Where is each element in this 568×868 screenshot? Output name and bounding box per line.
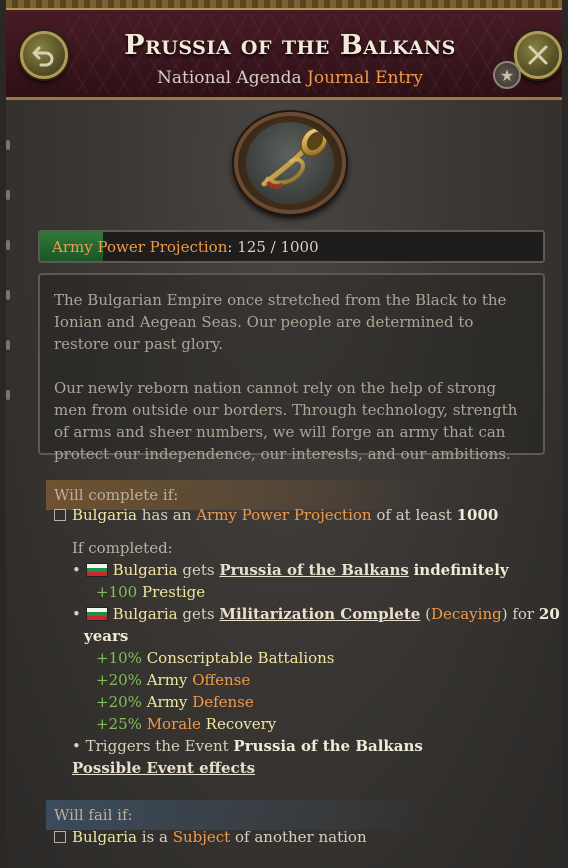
bugle-horn-icon: [261, 127, 328, 189]
trigger-text: • Triggers the Event: [72, 737, 229, 755]
effect-line-modifier: • Bulgaria gets Militarization Complete …: [72, 605, 560, 623]
checkbox-icon: [54, 509, 66, 521]
modifier-link[interactable]: Militarization Complete: [219, 605, 420, 623]
effect-accent[interactable]: Offense: [192, 671, 250, 689]
effect-text: gets: [182, 561, 215, 579]
fail-condition: Bulgaria is a Subject of another nation: [54, 826, 367, 848]
effect-name[interactable]: Prestige: [142, 583, 205, 601]
effect-accent[interactable]: Defense: [192, 693, 254, 711]
effect-duration-num: 20: [538, 605, 560, 623]
progress-text: Army Power Projection: 125 / 1000: [52, 238, 319, 256]
effect-value: +25%: [96, 715, 142, 733]
close-button[interactable]: [514, 31, 562, 79]
condition-text: has an: [141, 506, 192, 524]
complete-condition: Bulgaria has an Army Power Projection of…: [54, 504, 498, 526]
effect-value: +100: [96, 583, 138, 601]
journal-entry-panel: Prussia of the Balkans National Agenda J…: [0, 0, 568, 868]
effect-accent[interactable]: Morale: [147, 715, 201, 733]
bullet: •: [72, 561, 86, 579]
journal-emblem: [234, 112, 346, 214]
favorite-button[interactable]: ★: [493, 61, 521, 89]
page-subtitle: National Agenda Journal Entry: [6, 68, 562, 88]
effect-name[interactable]: Recovery: [206, 715, 277, 733]
side-notch: [6, 290, 10, 300]
condition-text: of another nation: [235, 828, 367, 846]
progress-bar[interactable]: Army Power Projection: 125 / 1000: [38, 230, 545, 263]
side-notch: [6, 240, 10, 250]
description-paragraph: Our newly reborn nation cannot rely on t…: [54, 379, 518, 463]
subject-link[interactable]: Subject: [173, 828, 231, 846]
effect-text: gets: [182, 605, 215, 623]
decaying-link[interactable]: Decaying: [431, 605, 502, 623]
effect-value: +20%: [96, 671, 142, 689]
country-link[interactable]: Bulgaria: [72, 506, 137, 524]
progress-value: 125 / 1000: [237, 238, 319, 256]
bulgaria-flag-icon: [85, 607, 108, 621]
progress-colon: :: [227, 238, 233, 256]
effect-line: +10% Conscriptable Battalions: [96, 647, 335, 669]
country-link[interactable]: Bulgaria: [113, 605, 178, 623]
emblem-background: [246, 122, 334, 204]
effect-name[interactable]: Army: [147, 693, 188, 711]
condition-text: is a: [141, 828, 168, 846]
back-button[interactable]: [20, 31, 68, 79]
effect-value: +20%: [96, 693, 142, 711]
country-link[interactable]: Bulgaria: [113, 561, 178, 579]
header-trim: [6, 0, 562, 10]
side-notch: [6, 340, 10, 350]
checkbox-icon: [54, 831, 66, 843]
bulgaria-flag-icon: [85, 563, 108, 577]
possible-event-effects-link[interactable]: Possible Event effects: [72, 757, 255, 779]
if-completed-label: If completed:: [72, 539, 173, 557]
description-paragraph: The Bulgarian Empire once stretched from…: [54, 291, 507, 353]
subtitle-accent[interactable]: Journal Entry: [307, 68, 423, 88]
trigger-event-line: • Triggers the Event Prussia of the Balk…: [72, 735, 423, 757]
effect-duration-unit: years: [84, 627, 129, 645]
description-box: The Bulgarian Empire once stretched from…: [38, 273, 545, 463]
effect-text: for: [512, 605, 535, 623]
undo-arrow-icon: [32, 46, 54, 67]
metric-link[interactable]: Army Power Projection: [196, 506, 371, 524]
effect-line: +100 Prestige: [96, 581, 205, 603]
panel-header: Prussia of the Balkans National Agenda J…: [6, 0, 562, 100]
condition-value: 1000: [456, 506, 499, 524]
effect-line: +20% Army Offense: [96, 669, 250, 691]
progress-label[interactable]: Army Power Projection: [52, 238, 227, 256]
effect-value: +10%: [96, 649, 142, 667]
subtitle-prefix: National Agenda: [156, 68, 302, 88]
effect-name[interactable]: Conscriptable Battalions: [147, 649, 335, 667]
event-name[interactable]: Prussia of the Balkans: [233, 737, 422, 755]
effect-duration: indefinitely: [413, 561, 509, 579]
effect-line: +20% Army Defense: [96, 691, 254, 713]
modifier-link[interactable]: Prussia of the Balkans: [219, 561, 408, 579]
effect-name[interactable]: Army: [147, 671, 188, 689]
bullet: •: [72, 605, 86, 623]
effect-line: +25% Morale Recovery: [96, 713, 276, 735]
side-notch: [6, 390, 10, 400]
country-link[interactable]: Bulgaria: [72, 828, 137, 846]
close-icon: [528, 45, 548, 65]
page-title: Prussia of the Balkans: [124, 30, 456, 61]
effect-line-modifier: • Bulgaria gets Prussia of the Balkans i…: [72, 559, 509, 581]
star-icon: ★: [499, 65, 515, 85]
side-notch: [6, 140, 10, 150]
condition-text: of at least: [376, 506, 452, 524]
side-notch: [6, 190, 10, 200]
